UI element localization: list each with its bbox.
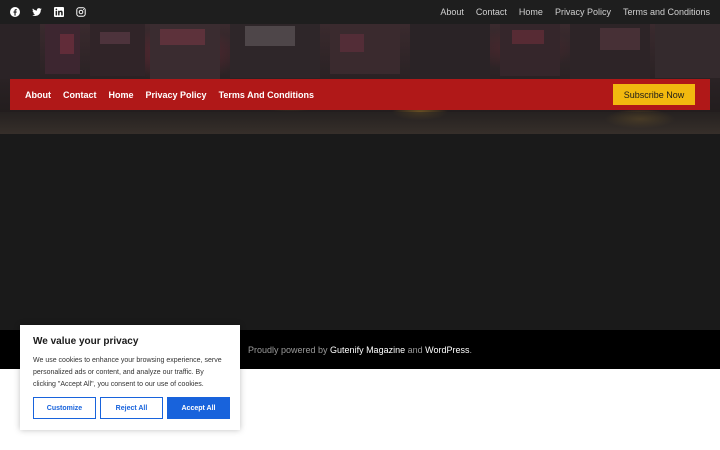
social-links [10, 7, 86, 17]
top-nav-about[interactable]: About [440, 7, 464, 17]
street [0, 112, 720, 134]
cookie-buttons: Customize Reject All Accept All [33, 397, 230, 419]
top-nav-contact[interactable]: Contact [476, 7, 507, 17]
city-backdrop [0, 24, 720, 80]
footer-prefix: Proudly powered by [248, 344, 331, 355]
customize-button[interactable]: Customize [33, 397, 96, 419]
cookie-consent-dialog: We value your privacy We use cookies to … [20, 325, 240, 430]
footer-conjunction: and [405, 344, 426, 355]
instagram-icon[interactable] [76, 7, 86, 17]
main-navigation: About Contact Home Privacy Policy Terms … [25, 90, 314, 100]
main-nav-privacy-policy[interactable]: Privacy Policy [146, 90, 207, 100]
facebook-icon[interactable] [10, 7, 20, 17]
accept-all-button[interactable]: Accept All [167, 397, 230, 419]
top-nav-home[interactable]: Home [519, 7, 543, 17]
top-nav-terms[interactable]: Terms and Conditions [623, 7, 710, 17]
cookie-message: We use cookies to enhance your browsing … [33, 357, 222, 388]
footer-wordpress-link[interactable]: WordPress [425, 345, 469, 355]
cookie-title: We value your privacy [33, 336, 139, 347]
reject-all-button[interactable]: Reject All [100, 397, 163, 419]
footer-theme-link[interactable]: Gutenify Magazine [330, 345, 405, 355]
main-nav-terms[interactable]: Terms And Conditions [219, 90, 315, 100]
top-nav-privacy-policy[interactable]: Privacy Policy [555, 7, 611, 17]
main-navigation-bar: About Contact Home Privacy Policy Terms … [10, 79, 710, 110]
top-navigation: About Contact Home Privacy Policy Terms … [440, 7, 710, 17]
main-nav-about[interactable]: About [25, 90, 51, 100]
footer-credits: Proudly powered by Gutenify Magazine and… [248, 345, 472, 355]
footer-suffix: . [469, 344, 472, 355]
subscribe-button[interactable]: Subscribe Now [613, 84, 695, 105]
twitter-icon[interactable] [32, 7, 42, 17]
main-content-area [0, 134, 720, 330]
linkedin-icon[interactable] [54, 7, 64, 17]
top-bar: About Contact Home Privacy Policy Terms … [0, 0, 720, 24]
main-nav-home[interactable]: Home [109, 90, 134, 100]
main-nav-contact[interactable]: Contact [63, 90, 97, 100]
